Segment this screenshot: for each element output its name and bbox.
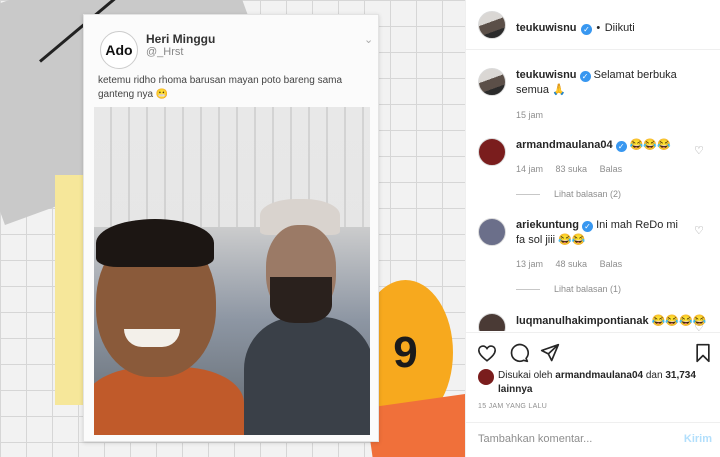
comments-list[interactable]: teukuwisnu ✓ Selamat berbuka semua 🙏 15 …	[466, 51, 720, 331]
author-avatar[interactable]	[478, 11, 506, 39]
follow-status-button[interactable]: Diikuti	[605, 22, 635, 34]
comment-time[interactable]: 14 jam	[516, 164, 543, 174]
likes-summary: Disukai oleh armandmaulana04 dan 31,734 …	[498, 369, 708, 397]
comment-meta: 13 jam 48 suka Balas	[516, 259, 632, 269]
post-header: teukuwisnu ✓ • Diikuti	[466, 0, 720, 50]
comment-time[interactable]: 13 jam	[516, 259, 543, 269]
selfie-photo	[94, 107, 370, 435]
like-heart-icon[interactable]	[476, 342, 498, 364]
follow-separator: •	[596, 22, 601, 34]
comment-avatar[interactable]	[478, 138, 506, 166]
comment-username[interactable]: ariekuntung	[516, 219, 579, 231]
reply-button[interactable]: Balas	[600, 259, 623, 269]
heart-icon[interactable]: ♡	[694, 321, 704, 331]
person-left-shirt	[94, 367, 244, 435]
comment-2: ariekuntung ✓ Ini mah ReDo mi fa sol jii…	[516, 218, 686, 248]
tweet-author-handle: @_Hrst	[146, 46, 184, 58]
author-username[interactable]: teukuwisnu	[516, 22, 577, 34]
verified-icon: ✓	[582, 221, 594, 232]
tweet-text: ketemu ridho rhoma barusan mayan poto ba…	[98, 75, 343, 100]
verified-icon: ✓	[615, 141, 627, 152]
comment-username[interactable]: armandmaulana04	[516, 139, 613, 151]
view-replies-button[interactable]: Lihat balasan (2)	[516, 189, 621, 199]
post-comment-button[interactable]: Kirim	[684, 433, 712, 445]
post-image[interactable]: 9 Ado Heri Minggu @_Hrst ⌄ ketemu ridho …	[0, 0, 465, 457]
bookmark-icon[interactable]	[692, 342, 714, 364]
verified-icon: ✓	[580, 24, 592, 35]
reply-button[interactable]: Balas	[600, 164, 623, 174]
chevron-down-icon: ⌄	[364, 34, 374, 46]
comment-1: armandmaulana04 ✓ 😂😂😂	[516, 138, 691, 153]
comment-avatar[interactable]	[478, 313, 506, 331]
comment-likes[interactable]: 83 suka	[556, 164, 588, 174]
action-bar: Disukai oleh armandmaulana04 dan 31,734 …	[466, 332, 720, 422]
comment-meta: 14 jam 83 suka Balas	[516, 164, 632, 174]
likes-connector: dan	[645, 370, 663, 381]
tweet-avatar: Ado	[100, 31, 138, 69]
post-time-ago[interactable]: 15 JAM YANG LALU	[478, 403, 547, 410]
tweet-card: Ado Heri Minggu @_Hrst ⌄ ketemu ridho rh…	[83, 14, 379, 442]
comment-username[interactable]: luqmanulhakimpontianak	[516, 315, 649, 327]
tweet-avatar-text: Ado	[105, 42, 133, 58]
tweet-author-name: Heri Minggu	[146, 32, 216, 46]
caption: teukuwisnu ✓ Selamat berbuka semua 🙏	[516, 68, 706, 98]
comment-3: luqmanulhakimpontianak 😂😂😂😂	[516, 314, 716, 329]
share-paper-plane-icon[interactable]	[539, 342, 561, 364]
liker-username[interactable]: armandmaulana04	[555, 370, 643, 381]
verified-icon: ✓	[579, 71, 591, 82]
sticker-number: 9	[393, 327, 418, 377]
comment-likes[interactable]: 48 suka	[556, 259, 588, 269]
likes-prefix: Disukai oleh	[498, 370, 553, 381]
post-panel: teukuwisnu ✓ • Diikuti teukuwisnu ✓ Sela…	[465, 0, 720, 457]
caption-time[interactable]: 15 jam	[516, 110, 543, 120]
person-left-hair	[96, 219, 214, 267]
comment-bubble-icon[interactable]	[508, 342, 530, 364]
liker-avatar[interactable]	[478, 369, 494, 385]
comment-text: 😂😂😂	[629, 139, 671, 151]
caption-avatar[interactable]	[478, 68, 506, 96]
person-right-beard	[270, 277, 332, 323]
comment-avatar[interactable]	[478, 218, 506, 246]
heart-icon[interactable]: ♡	[694, 224, 704, 237]
view-replies-button[interactable]: Lihat balasan (1)	[516, 284, 621, 294]
add-comment-bar: Tambahkan komentar... Kirim	[466, 422, 720, 457]
header-user-line: teukuwisnu ✓ • Diikuti	[516, 18, 635, 36]
heart-icon[interactable]: ♡	[694, 144, 704, 157]
person-right-shirt	[244, 317, 370, 435]
comment-input[interactable]: Tambahkan komentar...	[478, 433, 668, 445]
caption-username[interactable]: teukuwisnu	[516, 69, 577, 81]
